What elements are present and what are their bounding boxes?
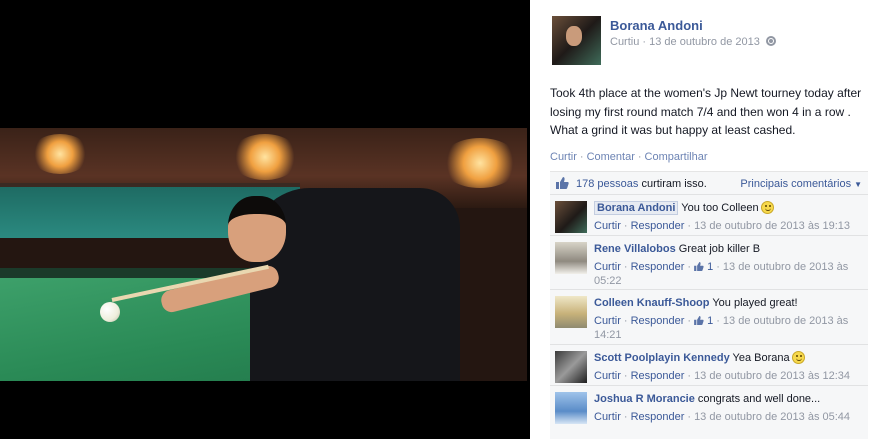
commenter-name[interactable]: Rene Villalobos <box>594 243 676 255</box>
meta-dot: · <box>716 261 720 273</box>
commenter-name[interactable]: Colleen Knauff-Shoop <box>594 297 710 309</box>
comment-like-count[interactable]: 1 <box>694 315 713 327</box>
action-separator: · <box>637 151 642 163</box>
comment-reply-link[interactable]: Responder <box>631 261 685 273</box>
meta-dot: · <box>716 315 720 327</box>
meta-dot: · <box>623 220 628 232</box>
comment-time[interactable]: 13 de outubro de 2013 às 05:44 <box>694 411 850 423</box>
comment-body: Joshua R Morancie congrats and well done… <box>594 392 862 424</box>
caret-down-icon: ▼ <box>854 180 862 189</box>
comment-item: Rene Villalobos Great job killer B Curti… <box>550 237 868 290</box>
share-button[interactable]: Compartilhar <box>645 151 708 163</box>
meta-dot: · <box>623 315 628 327</box>
post-actions: Curtir · Comentar · Compartilhar <box>550 151 708 163</box>
photo-stage <box>0 0 530 439</box>
commenter-name[interactable]: Joshua R Morancie <box>594 393 695 405</box>
post-text: Took 4th place at the women's Jp Newt to… <box>550 86 862 137</box>
comment-meta: Curtir · Responder · 13 de outubro de 2013 à… <box>594 410 862 424</box>
smile-icon <box>791 351 805 364</box>
comment-reply-link[interactable]: Responder <box>631 370 685 382</box>
thumbs-up-icon <box>694 316 704 325</box>
photo-cue-ball <box>100 302 120 322</box>
commenter-name[interactable]: Scott Poolplayin Kennedy <box>594 352 730 364</box>
comment-item: Scott Poolplayin Kennedy Yea Borana Curt… <box>550 346 868 386</box>
photo-lamp <box>440 138 520 188</box>
likes-summary: 178 pessoas curtiram isso. Principais co… <box>550 172 868 195</box>
likes-text: 178 pessoas curtiram isso. <box>576 178 707 190</box>
comment-like-link[interactable]: Curtir <box>594 411 621 423</box>
like-count: 1 <box>707 315 714 327</box>
comment-time[interactable]: 13 de outubro de 2013 às 12:34 <box>694 370 850 382</box>
post-meta-action: Curtiu <box>610 36 640 48</box>
comment-meta: Curtir · Responder · 1 · 13 de outubro de 201… <box>594 314 862 342</box>
meta-dot: · <box>687 411 692 423</box>
globe-icon[interactable] <box>765 36 776 46</box>
post-meta: Curtiu · 13 de outubro de 2013 <box>610 36 776 48</box>
comment-text: congrats and well done... <box>697 393 821 405</box>
author-avatar[interactable] <box>552 16 601 65</box>
meta-dot: · <box>623 411 628 423</box>
comment-item: Colleen Knauff-Shoop You played great! C… <box>550 291 868 345</box>
comment-item: Joshua R Morancie congrats and well done… <box>550 387 868 439</box>
comment-time[interactable]: 13 de outubro de 2013 às 19:13 <box>694 220 850 232</box>
commenter-avatar[interactable] <box>555 201 587 233</box>
commenter-avatar[interactable] <box>555 351 587 383</box>
commenter-avatar[interactable] <box>555 242 587 274</box>
comment-reply-link[interactable]: Responder <box>631 315 685 327</box>
post-sidebar: Borana Andoni Curtiu · 13 de outubro de … <box>530 0 873 439</box>
comment-like-count[interactable]: 1 <box>694 261 713 273</box>
comment-meta: Curtir · Responder · 1 · 13 de outubro de 201… <box>594 260 862 288</box>
comment-like-link[interactable]: Curtir <box>594 220 621 232</box>
commenter-name[interactable]: Borana Andoni <box>594 201 679 215</box>
meta-dot: · <box>623 370 628 382</box>
meta-dot: · <box>687 261 692 273</box>
comment-body: Scott Poolplayin Kennedy Yea Borana Curt… <box>594 351 862 383</box>
comment-like-link[interactable]: Curtir <box>594 370 621 382</box>
comment-text: Great job killer B <box>678 243 761 255</box>
comment-meta: Curtir · Responder · 13 de outubro de 2013 à… <box>594 369 862 383</box>
comment-reply-link[interactable]: Responder <box>631 220 685 232</box>
meta-dot: · <box>687 315 692 327</box>
meta-dot: · <box>623 261 628 273</box>
comment-text: Yea Borana <box>732 352 790 364</box>
photo-lamp <box>230 134 300 180</box>
post-header: Borana Andoni Curtiu · 13 de outubro de … <box>552 16 862 68</box>
comment-body: Borana Andoni You too Colleen Curtir · Res… <box>594 201 862 233</box>
action-separator: · <box>579 151 584 163</box>
comment-body: Colleen Knauff-Shoop You played great! C… <box>594 296 862 342</box>
meta-dot: · <box>642 36 647 48</box>
avatar-face <box>566 26 582 46</box>
comment-like-link[interactable]: Curtir <box>594 261 621 273</box>
comment-item: Borana Andoni You too Colleen Curtir · Res… <box>550 196 868 236</box>
thumbs-up-icon <box>556 177 569 189</box>
like-button[interactable]: Curtir <box>550 151 577 163</box>
post-photo[interactable] <box>0 128 527 381</box>
comment-body: Rene Villalobos Great job killer B Curti… <box>594 242 862 288</box>
comment-meta: Curtir · Responder · 13 de outubro de 2013 à… <box>594 219 862 233</box>
photo-player-head <box>228 196 286 262</box>
author-name[interactable]: Borana Andoni <box>610 18 703 33</box>
comment-text: You played great! <box>712 297 798 309</box>
comment-text: You too Colleen <box>681 202 759 214</box>
comments-panel: 178 pessoas curtiram isso. Principais co… <box>550 171 868 439</box>
sort-label: Principais comentários <box>740 178 852 190</box>
sort-comments-dropdown[interactable]: Principais comentários ▼ <box>740 178 862 190</box>
likers-link[interactable]: 178 pessoas <box>576 178 638 190</box>
comment-button[interactable]: Comentar <box>587 151 635 163</box>
thumbs-up-icon <box>694 262 704 271</box>
commenter-avatar[interactable] <box>555 392 587 424</box>
photo-lamp <box>30 134 90 174</box>
meta-dot: · <box>687 220 692 232</box>
smile-icon <box>760 201 774 214</box>
comment-reply-link[interactable]: Responder <box>631 411 685 423</box>
comment-like-link[interactable]: Curtir <box>594 315 621 327</box>
like-count: 1 <box>707 261 714 273</box>
commenter-avatar[interactable] <box>555 296 587 328</box>
post-date[interactable]: 13 de outubro de 2013 <box>649 36 760 48</box>
meta-dot: · <box>687 370 692 382</box>
likes-suffix: curtiram isso. <box>641 178 707 190</box>
